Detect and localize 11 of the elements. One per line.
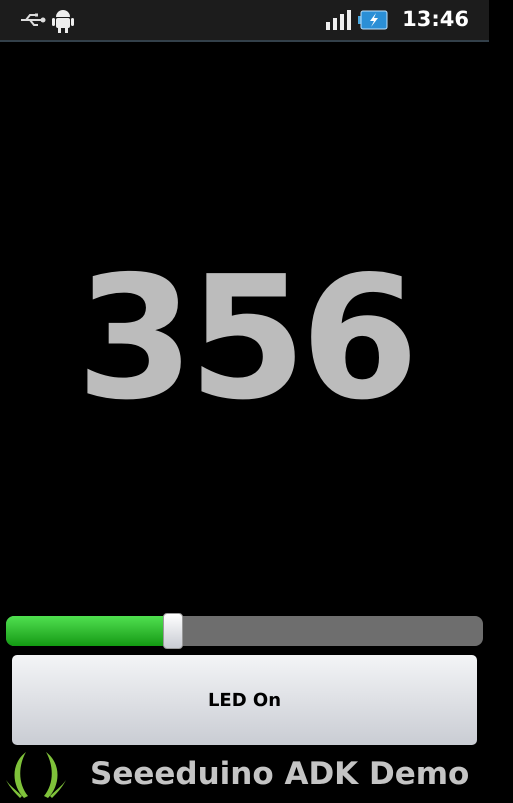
clock-time: 13:46 <box>402 6 469 34</box>
battery-charging-icon <box>358 10 388 30</box>
sensor-reading: 356 <box>76 254 413 424</box>
sprout-logo-icon <box>4 750 68 798</box>
slider-thumb[interactable] <box>162 613 183 649</box>
led-toggle-button[interactable]: LED On <box>12 655 477 745</box>
usb-icon <box>20 13 46 27</box>
signal-icon <box>326 10 352 30</box>
slider-track[interactable] <box>6 616 483 646</box>
android-robot-icon <box>52 7 74 33</box>
app-title: Seeeduino ADK Demo <box>90 754 470 794</box>
